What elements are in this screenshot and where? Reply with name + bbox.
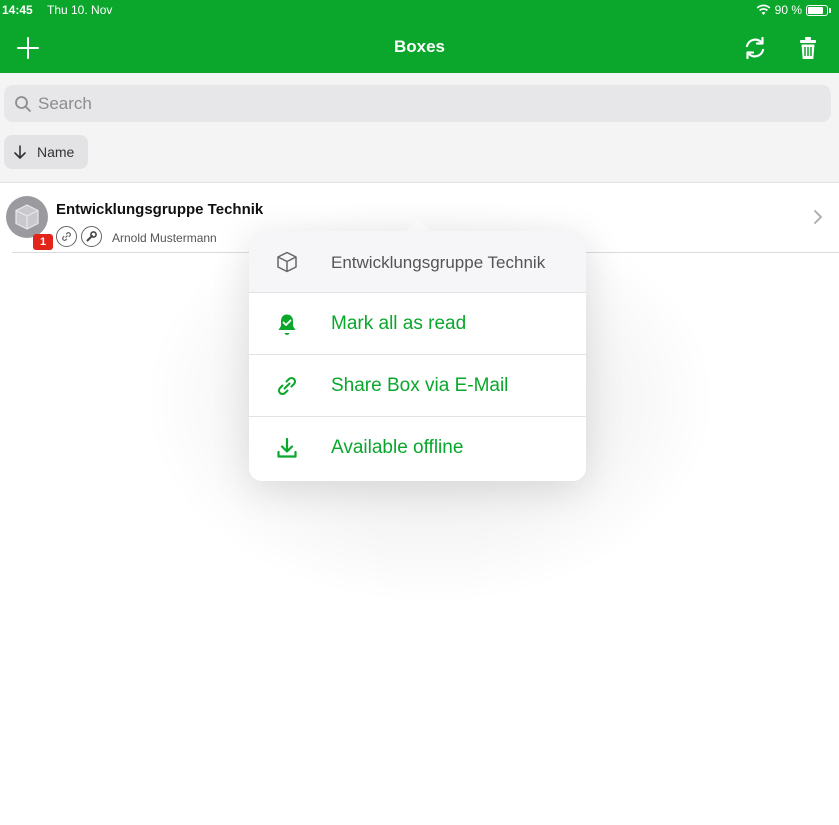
wifi-icon: [756, 4, 771, 15]
search-field[interactable]: Search: [4, 85, 831, 122]
chevron-right-icon: [814, 210, 822, 224]
box-icon: [277, 251, 297, 273]
menu-header-label: Entwicklungsgruppe Technik: [331, 253, 546, 272]
status-date: Thu 10. Nov: [47, 3, 113, 17]
sync-icon: [745, 36, 765, 60]
battery-percent: 90 %: [774, 3, 802, 17]
status-time: 14:45: [2, 3, 33, 17]
battery-icon: [806, 4, 828, 16]
menu-header: Entwicklungsgruppe Technik: [249, 231, 586, 293]
link-icon: [277, 376, 297, 396]
search-icon: [15, 95, 31, 112]
menu-item-available-offline[interactable]: Available offline: [249, 417, 586, 479]
search-placeholder: Search: [38, 93, 92, 113]
box-owner: Arnold Mustermann: [112, 231, 217, 245]
nav-bar: 14:45 Thu 10. Nov 90 % Boxes: [0, 0, 839, 73]
status-right: 90 %: [756, 3, 831, 17]
box-title: Entwicklungsgruppe Technik: [56, 201, 264, 218]
context-menu: Entwicklungsgruppe Technik Mark all as r…: [249, 231, 586, 481]
sort-label: Name: [37, 144, 75, 160]
download-icon: [277, 437, 297, 458]
menu-item-label: Mark all as read: [331, 313, 467, 334]
delete-button[interactable]: [794, 34, 822, 62]
arrow-down-icon: [14, 145, 26, 159]
menu-item-label: Share Box via E-Mail: [331, 375, 509, 396]
link-status-icon: [56, 226, 77, 247]
trash-icon: [800, 37, 816, 59]
battery-fill: [808, 6, 823, 14]
sync-button[interactable]: [741, 34, 769, 62]
battery-tip: [829, 7, 831, 13]
toolbar-area: Search Name: [0, 73, 839, 183]
box-icon: [15, 204, 39, 230]
page-title: Boxes: [393, 37, 446, 56]
unread-badge: 1: [33, 234, 53, 250]
menu-item-share-email[interactable]: Share Box via E-Mail: [249, 355, 586, 417]
status-bar: 14:45 Thu 10. Nov 90 %: [0, 0, 839, 20]
box-avatar: 1: [6, 196, 53, 250]
menu-item-mark-all-read[interactable]: Mark all as read: [249, 293, 586, 355]
menu-item-label: Available offline: [331, 437, 464, 458]
wrench-icon: [81, 226, 102, 247]
bell-check-icon: [278, 314, 296, 335]
sort-button[interactable]: Name: [4, 135, 88, 169]
